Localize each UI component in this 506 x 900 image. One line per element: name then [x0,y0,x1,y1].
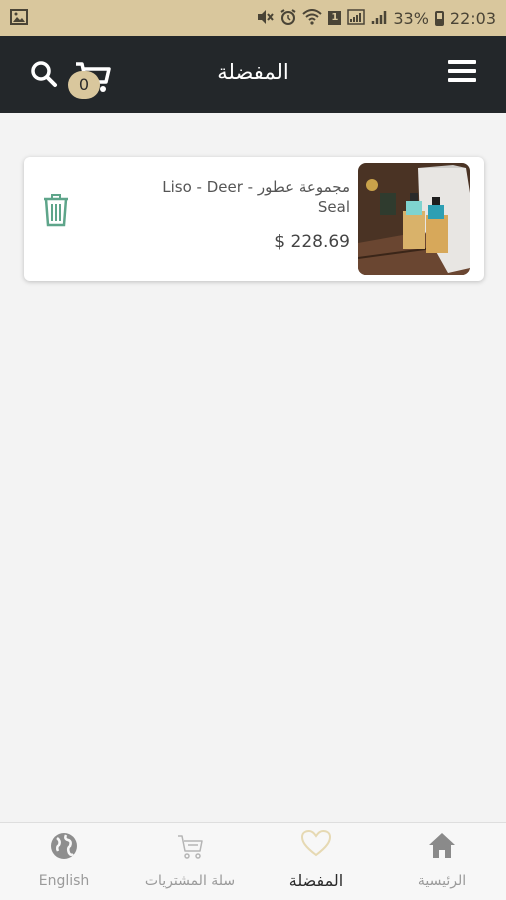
nav-favorites-label: المفضلة [288,871,344,890]
status-time: 22:03 [449,8,496,28]
menu-button[interactable] [448,60,476,84]
battery-percent: 33% [393,8,429,28]
signal-icon-1 [347,8,366,28]
wifi-icon [302,8,322,28]
nav-cart[interactable]: سلة المشتريات [130,823,250,900]
mute-icon [256,9,275,28]
battery-icon [434,10,444,26]
cart-icon [178,835,203,859]
product-image[interactable] [358,163,470,275]
nav-home-label: الرئيسية [417,873,467,889]
nav-favorites[interactable]: المفضلة [266,823,366,900]
trash-icon [44,194,68,227]
app-header: 0 المفضلة [0,36,506,113]
alarm-icon [280,8,296,28]
status-left [10,8,28,28]
favorite-item-card[interactable]: مجموعة عطور Liso - Deer - Seal $ 228.69 [24,157,484,281]
menu-icon [448,60,476,64]
heart-icon [300,829,332,857]
product-name[interactable]: مجموعة عطور Liso - Deer - Seal [150,177,350,217]
nav-english[interactable]: English [14,823,114,900]
product-price: $ 228.69 [274,232,350,252]
globe-icon [51,833,77,859]
home-icon [429,833,455,858]
status-right: 1 33% 22:03 [256,9,496,28]
bottom-nav: English سلة المشتريات المفضلة الرئيسية [0,822,506,900]
nav-home[interactable]: الرئيسية [392,823,492,900]
gallery-notification-icon [10,8,28,28]
signal-icon-2 [371,9,387,28]
status-bar: 1 33% 22:03 [0,0,506,36]
page-title: المفضلة [217,60,289,84]
sim-badge: 1 [328,11,342,25]
delete-button[interactable] [42,193,70,227]
nav-cart-label: سلة المشتريات [144,873,236,889]
nav-english-label: English [38,873,90,889]
